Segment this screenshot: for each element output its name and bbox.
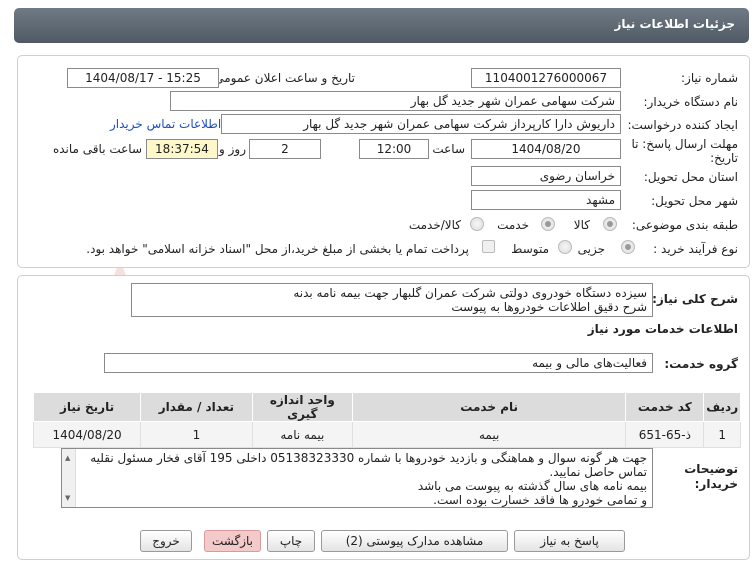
process-minor-label: جزیی bbox=[577, 242, 605, 256]
service-group-label: گروه خدمت: bbox=[664, 357, 738, 371]
deadline-date-field: 1404/08/20 bbox=[471, 139, 621, 159]
scroll-up-icon[interactable]: ▲ bbox=[65, 451, 70, 465]
announce-field: 1404/08/17 - 15:25 bbox=[67, 68, 219, 88]
need-number-label: شماره نیاز: bbox=[681, 71, 738, 85]
col-quantity: تعداد / مقدار bbox=[140, 392, 253, 422]
deadline-label: مهلت ارسال پاسخ: تا تاریخ: bbox=[631, 137, 738, 165]
description-label: شرح کلی نیاز: bbox=[652, 292, 738, 306]
page-title: جزئیات اطلاعات نیاز bbox=[614, 17, 735, 31]
province-label: استان محل تحویل: bbox=[643, 170, 738, 184]
description-line-2: شرح دقیق اطلاعات خودروها به پیوست bbox=[451, 300, 647, 314]
city-field: مشهد bbox=[471, 190, 621, 210]
cell-row: 1 bbox=[703, 421, 741, 448]
col-service-name: نام خدمت bbox=[352, 392, 627, 422]
city-label: شهر محل تحویل: bbox=[651, 194, 738, 208]
col-service-code: کد خدمت bbox=[625, 392, 705, 422]
buyer-notes-field[interactable]: ▲ ▼ جهت هر گونه سوال و هماهنگی و بازدید … bbox=[61, 448, 653, 508]
creator-field: داریوش دارا کارپرداز شرکت سهامی عمران شه… bbox=[221, 114, 621, 134]
treasury-payment-checkbox[interactable] bbox=[482, 240, 495, 253]
process-medium-radio[interactable] bbox=[558, 240, 572, 254]
col-unit: واحد اندازه گیری bbox=[251, 392, 354, 422]
remaining-time-field: 18:37:54 bbox=[146, 139, 218, 159]
province-field: خراسان رضوی bbox=[471, 166, 621, 186]
description-line-1: سیزده دستگاه خودروی دولتی شرکت عمران گلب… bbox=[293, 286, 647, 300]
service-group-field: فعالیت‌های مالی و بیمه bbox=[104, 353, 653, 373]
need-number-field: 1104001276000067 bbox=[471, 68, 621, 88]
cell-service-code: ذ-65-651 bbox=[625, 421, 705, 448]
category-service-label: خدمت bbox=[497, 218, 529, 232]
scroll-down-icon[interactable]: ▼ bbox=[65, 491, 70, 505]
buyer-contact-link[interactable]: اطلاعات تماس خریدار bbox=[110, 117, 221, 131]
process-label: نوع فرآیند خرید : bbox=[653, 242, 738, 256]
category-goods-service-radio[interactable] bbox=[470, 217, 484, 231]
page-header: جزئیات اطلاعات نیاز bbox=[14, 8, 749, 43]
print-button[interactable]: چاپ bbox=[267, 530, 315, 552]
notes-scrollbar[interactable]: ▲ ▼ bbox=[62, 449, 76, 507]
deadline-hour-label: ساعت bbox=[432, 142, 465, 156]
days-remaining-field: 2 bbox=[249, 139, 321, 159]
process-medium-label: متوسط bbox=[511, 242, 549, 256]
category-goods-service-label: کالا/خدمت bbox=[408, 218, 461, 232]
view-attachments-button[interactable]: مشاهده مدارک پیوستی (2) bbox=[321, 530, 508, 552]
category-service-radio[interactable] bbox=[541, 217, 555, 231]
services-table-header: ردیف کد خدمت نام خدمت واحد اندازه گیری ت… bbox=[32, 392, 741, 422]
services-section-title: اطلاعات خدمات مورد نیاز bbox=[587, 322, 738, 336]
cell-need-date: 1404/08/20 bbox=[32, 421, 142, 448]
buyer-org-field: شرکت سهامی عمران شهر جدید گل بهار bbox=[170, 91, 621, 111]
col-row: ردیف bbox=[703, 392, 741, 422]
cell-quantity: 1 bbox=[140, 421, 253, 448]
announce-label: تاریخ و ساعت اعلان عمومی: bbox=[210, 71, 355, 85]
exit-button[interactable]: خروج bbox=[140, 530, 192, 552]
reply-button[interactable]: پاسخ به نیاز bbox=[514, 530, 625, 552]
cell-service-name: بیمه bbox=[352, 421, 627, 448]
category-label: طبقه بندی موضوعی: bbox=[631, 218, 738, 232]
col-need-date: تاریخ نیاز bbox=[32, 392, 142, 422]
creator-label: ایجاد کننده درخواست: bbox=[627, 118, 738, 132]
buyer-notes-label: توضیحات خریدار: bbox=[684, 462, 738, 491]
buyer-org-label: نام دستگاه خریدار: bbox=[643, 95, 739, 109]
payment-note: پرداخت تمام یا بخشی از مبلغ خرید،از محل … bbox=[86, 242, 469, 256]
buyer-notes-line-1: جهت هر گونه سوال و هماهنگی و بازدید خودر… bbox=[90, 451, 647, 479]
back-button[interactable]: بازگشت bbox=[204, 530, 261, 552]
remaining-label: ساعت باقی مانده bbox=[52, 142, 142, 156]
process-minor-radio[interactable] bbox=[621, 240, 635, 254]
deadline-time-field: 12:00 bbox=[359, 139, 429, 159]
category-goods-label: کالا bbox=[573, 218, 590, 232]
cell-unit: بیمه نامه bbox=[251, 421, 354, 448]
category-goods-radio[interactable] bbox=[603, 217, 617, 231]
description-field: سیزده دستگاه خودروی دولتی شرکت عمران گلب… bbox=[131, 283, 653, 317]
buyer-notes-line-3: و تمامی خودرو ها فاقد خسارت بوده است. bbox=[433, 493, 647, 507]
days-label: روز و bbox=[219, 142, 246, 156]
table-row: 1 ذ-65-651 بیمه بیمه نامه 1 1404/08/20 bbox=[32, 421, 741, 448]
services-table: ردیف کد خدمت نام خدمت واحد اندازه گیری ت… bbox=[32, 392, 741, 448]
buyer-notes-line-2: بیمه نامه های سال گذشته به پیوست می باشد bbox=[417, 479, 647, 493]
